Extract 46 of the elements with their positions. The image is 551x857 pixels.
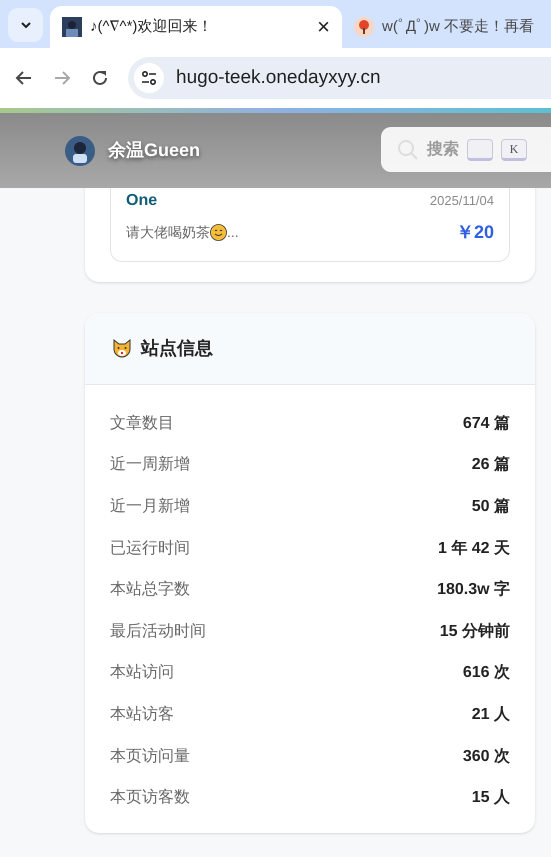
keyboard-key	[467, 138, 493, 160]
stat-label: 已运行时间	[110, 538, 190, 559]
card-title: 站点信息	[141, 337, 213, 360]
donor-name: One	[126, 191, 158, 211]
search-placeholder: 搜索	[427, 139, 459, 160]
cat-icon	[111, 338, 133, 360]
stat-label: 本站访问	[110, 662, 174, 684]
reload-icon[interactable]	[90, 68, 110, 88]
stat-value: 26 篇	[472, 455, 510, 476]
close-tab-button[interactable]: ×	[317, 16, 330, 38]
stat-label: 最后活动时间	[110, 622, 206, 642]
search-button[interactable]: 搜索 K	[381, 127, 551, 172]
tab-title: w(ﾟДﾟ)w 不要走！再看	[382, 16, 535, 37]
stat-label: 本站访客	[110, 704, 174, 725]
stat-value: 1 年 42 天	[438, 538, 510, 559]
stat-label: 文章数目	[110, 414, 174, 434]
avatar-icon	[62, 17, 82, 37]
stat-value: 180.3w 字	[437, 579, 510, 600]
stat-label: 近一月新增	[110, 496, 190, 517]
stat-value: 616 次	[462, 663, 510, 684]
donation-amount: ￥20	[456, 221, 494, 244]
stat-value: 50 篇	[472, 496, 510, 517]
chevron-down-icon	[20, 21, 32, 29]
tab-title: ♪(^∇^*)欢迎回来！	[90, 16, 214, 37]
url-text: hugo-teek.onedayxyy.cn	[176, 66, 381, 90]
search-icon	[397, 138, 419, 160]
donation-message: 请大佬喝奶茶	[126, 223, 210, 242]
stat-label: 本站总字数	[110, 580, 190, 600]
stat-value: 21 人	[472, 704, 510, 725]
stat-label: 本页访问量	[110, 746, 190, 767]
tree-icon	[354, 17, 374, 37]
stat-label: 近一周新增	[110, 454, 190, 476]
stat-value: 674 篇	[462, 414, 510, 434]
ellipsis-text: ...	[227, 223, 239, 242]
stat-value: 360 次	[462, 746, 510, 767]
tune-icon	[141, 71, 157, 85]
donation-date: 2025/11/04	[430, 192, 494, 210]
browser-tab[interactable]: ♪(^∇^*)欢迎回来！ ×	[50, 6, 342, 48]
keyboard-key: K	[501, 138, 527, 160]
smiley-icon	[210, 224, 227, 241]
address-field[interactable]: hugo-teek.onedayxyy.cn	[128, 57, 551, 99]
stat-value: 15 人	[472, 788, 510, 808]
avatar-icon	[65, 136, 95, 166]
stat-value: 15 分钟前	[440, 622, 510, 642]
site-settings-button[interactable]	[134, 63, 164, 93]
stat-label: 本页访客数	[110, 788, 190, 808]
